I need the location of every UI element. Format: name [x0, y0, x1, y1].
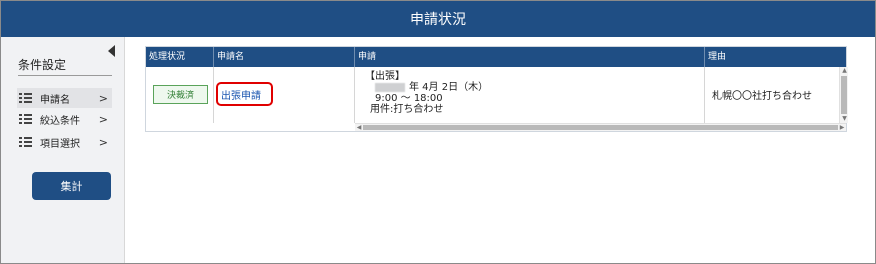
column-header-application[interactable]: 申請 [355, 47, 705, 67]
scroll-down-icon[interactable]: ▼ [840, 115, 849, 123]
table-header: 処理状況 申請名 申請 理由 [146, 47, 846, 67]
main-content: 処理状況 申請名 申請 理由 決裁済 出張申請 【出張】 年 4月 2日（木） … [125, 37, 875, 263]
sidebar: 条件設定 申請名 > 絞込条件 > 項目選択 > 集計 [1, 37, 125, 263]
sidebar-item-label: 申請名 [40, 94, 70, 106]
column-header-application-name[interactable]: 申請名 [214, 47, 355, 67]
chevron-right-icon: > [98, 91, 108, 105]
horizontal-scrollbar[interactable]: ◀ ▶ [355, 123, 846, 131]
scroll-right-icon[interactable]: ▶ [838, 124, 846, 132]
list-icon [19, 136, 32, 148]
results-table: 処理状況 申請名 申請 理由 決裁済 出張申請 【出張】 年 4月 2日（木） … [145, 46, 848, 132]
horizontal-scroll-thumb[interactable] [363, 125, 838, 130]
sidebar-item-columns[interactable]: 項目選択 > [17, 132, 112, 152]
chevron-right-icon: > [98, 135, 108, 149]
sidebar-divider [18, 75, 112, 76]
sidebar-item-label: 項目選択 [40, 138, 80, 150]
reason-cell: 札幌〇〇社打ち合わせ ▲ ▼ [705, 67, 848, 123]
detail-line-purpose: 用件:打ち合わせ [370, 104, 444, 115]
application-detail: 【出張】 年 4月 2日（木） 9:00 〜 18:00 用件:打ち合わせ [365, 71, 488, 115]
sidebar-item-filter[interactable]: 絞込条件 > [17, 109, 112, 129]
sidebar-title: 条件設定 [18, 58, 67, 72]
column-header-reason[interactable]: 理由 [705, 47, 846, 67]
scroll-up-icon[interactable]: ▲ [840, 67, 849, 75]
page-title: 申請状況 [410, 12, 466, 28]
vertical-scroll-thumb[interactable] [841, 76, 847, 114]
column-header-status[interactable]: 処理状況 [146, 47, 214, 67]
sidebar-item-label: 絞込条件 [40, 115, 80, 127]
chevron-right-icon: > [98, 112, 108, 126]
detail-line-date: 年 4月 2日（木） [409, 82, 489, 93]
status-badge: 決裁済 [153, 85, 208, 104]
detail-line-type: 【出張】 [365, 71, 405, 82]
status-cell: 決裁済 [146, 67, 214, 123]
table-row: 決裁済 出張申請 【出張】 年 4月 2日（木） 9:00 〜 18:00 用件… [146, 67, 848, 123]
sidebar-item-application-name[interactable]: 申請名 > [17, 88, 112, 108]
application-name-link[interactable]: 出張申請 [221, 87, 261, 102]
list-icon [19, 92, 32, 104]
page-header: 申請状況 [1, 1, 875, 37]
list-icon [19, 113, 32, 125]
vertical-scrollbar[interactable]: ▲ ▼ [839, 67, 848, 123]
application-name-cell: 出張申請 [214, 67, 355, 123]
scroll-left-icon[interactable]: ◀ [355, 124, 363, 132]
detail-line-time: 9:00 〜 18:00 [375, 93, 443, 104]
reason-text: 札幌〇〇社打ち合わせ [712, 91, 812, 102]
total-button[interactable]: 集計 [32, 172, 111, 200]
application-detail-cell: 【出張】 年 4月 2日（木） 9:00 〜 18:00 用件:打ち合わせ [355, 67, 705, 123]
redacted-year [375, 82, 405, 92]
collapse-sidebar-icon[interactable] [108, 45, 115, 57]
